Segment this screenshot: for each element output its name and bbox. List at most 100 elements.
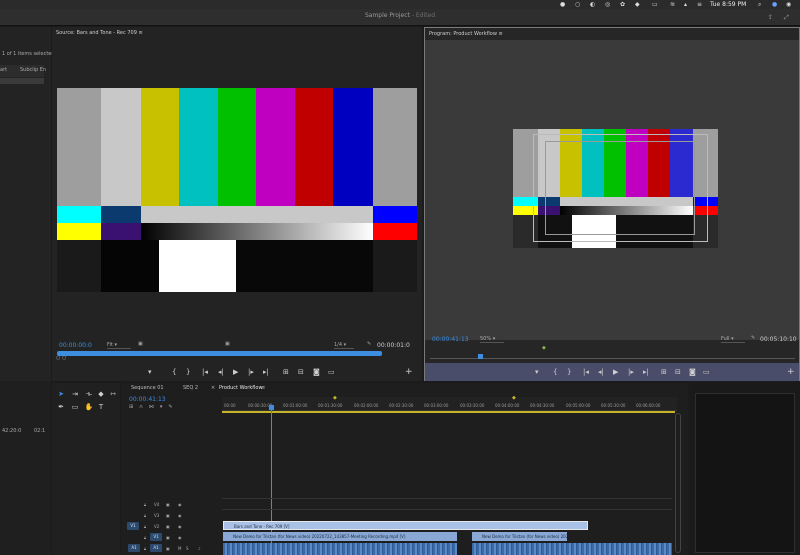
mark-in-button[interactable]: { [172, 367, 176, 377]
status-icon[interactable]: ● [560, 0, 565, 9]
column-header-start[interactable]: art [0, 67, 7, 73]
column-header-subclip[interactable]: Subclip En [20, 67, 46, 73]
ruler-label: 00:02:00:00 [354, 403, 379, 408]
mark-out-button[interactable]: } [567, 367, 571, 377]
notification-icon[interactable]: ◉ [786, 0, 791, 9]
siri-icon[interactable]: ● [772, 0, 777, 9]
wifi-icon[interactable]: ≋ [670, 0, 675, 9]
timeline-timecode[interactable]: 00:00:41:13 [129, 396, 166, 403]
resolution-dropdown[interactable]: 1/4 ▾ [334, 342, 354, 349]
program-monitor-tab[interactable]: Program: Product Workflow ≡ [425, 28, 799, 40]
export-frame-button[interactable]: ◙ [689, 367, 696, 377]
timeline-vertical-scrollbar[interactable] [675, 411, 681, 555]
ruler-label: 00:06:00:00 [636, 403, 661, 408]
source-patch-v1[interactable]: V1 [127, 522, 139, 530]
type-tool-icon[interactable]: T [96, 402, 106, 412]
mark-in-button[interactable]: { [553, 367, 557, 377]
work-area-bar[interactable] [222, 411, 677, 413]
airplay-icon[interactable]: ▴ [684, 0, 687, 9]
source-zoom-scrollbar[interactable] [57, 351, 382, 356]
play-button[interactable]: ▶ [233, 367, 238, 377]
program-playhead[interactable] [478, 354, 483, 359]
tab-sequence-01[interactable]: Sequence 01 [131, 383, 164, 393]
quality-dropdown[interactable]: Full ▾ [721, 336, 745, 343]
tab-product-workflow[interactable]: Product Workflow [219, 383, 263, 393]
eye-icon: ◉ [178, 513, 182, 518]
add-button[interactable]: + [405, 367, 413, 377]
go-to-in-button[interactable]: |◂ [202, 367, 208, 377]
insert-button[interactable]: ⊞ [283, 367, 289, 377]
play-button[interactable]: ▶ [613, 367, 618, 377]
step-back-button[interactable]: ◂| [598, 367, 604, 377]
search-icon[interactable]: ⌕ [758, 0, 761, 9]
butterfly-icon[interactable]: ✿ [620, 0, 625, 9]
add-button[interactable]: + [787, 367, 795, 377]
menubar-clock[interactable]: Tue 8:59 PM [710, 0, 746, 9]
program-monitor: Program: Product Workflow ≡ 00:00:41:13 … [424, 27, 800, 381]
control-center-icon[interactable]: ≡ [697, 0, 702, 9]
status-icon[interactable]: ◎ [605, 0, 610, 9]
go-to-out-button[interactable]: ▸| [643, 367, 649, 377]
audio-waveform[interactable] [472, 543, 672, 555]
marker-icon[interactable]: ◆ [512, 395, 516, 401]
hand-tool-icon[interactable]: ✋ [84, 402, 94, 412]
track-select-icon[interactable]: ⇥ [70, 389, 80, 399]
source-monitor-tab[interactable]: Source: Bars and Tone - Rec 709 ≡ [52, 27, 422, 39]
step-forward-button[interactable]: |▸ [628, 367, 634, 377]
status-icon[interactable]: ◆ [635, 0, 640, 9]
go-to-out-button[interactable]: ▸| [263, 367, 269, 377]
program-timecode[interactable]: 00:00:41:13 [432, 336, 469, 343]
lock-icon: 🔒︎ [144, 535, 147, 540]
program-scrubber[interactable] [430, 358, 795, 359]
add-marker-button[interactable]: ▾ [148, 367, 152, 377]
mark-out-button[interactable]: } [186, 367, 190, 377]
playhead-marker[interactable]: ○ ○ [56, 355, 66, 361]
tab-seq-2[interactable]: SEQ 2 [183, 383, 198, 393]
clip-demo-recording[interactable]: New Demo for Tristan (for News video) 20… [223, 532, 457, 541]
fullscreen-icon[interactable]: ⤢ [784, 13, 789, 22]
status-icon[interactable]: ○ [575, 0, 580, 9]
ruler-label: 00:01:00:00 [283, 403, 308, 408]
add-marker-button[interactable]: ▾ [535, 367, 539, 377]
step-back-button[interactable]: ◂| [218, 367, 224, 377]
go-to-in-button[interactable]: |◂ [583, 367, 589, 377]
marker-icon[interactable]: ◆ [542, 345, 546, 351]
overwrite-button[interactable]: ⊟ [298, 367, 304, 377]
project-list-row[interactable] [0, 78, 44, 84]
track-header-v1[interactable]: 🔒︎ V1 ▣ ◉ [122, 533, 222, 542]
audio-waveform[interactable] [223, 543, 457, 555]
rectangle-tool-icon[interactable]: ▭ [70, 402, 80, 412]
status-icon[interactable]: ◐ [590, 0, 595, 9]
export-frame-button[interactable]: ◙ [313, 367, 320, 377]
audio-meter [695, 393, 795, 553]
clip-bars-and-tone[interactable]: Bars and Tone - Rec 709 [V] [223, 521, 588, 530]
razor-icon[interactable]: ◆ [96, 389, 106, 399]
track-header-a1[interactable]: A1 🔒︎ A1 ▣ M S ♪ [122, 544, 222, 553]
selection-tool-icon[interactable]: ➤ [56, 389, 66, 399]
fit-dropdown[interactable]: Fit ▾ [107, 342, 131, 349]
edited-indicator: - Edited [411, 12, 436, 19]
wrench-icon[interactable]: ✎ [367, 341, 371, 347]
pen-tool-icon[interactable]: ✒ [56, 402, 66, 412]
track-header-v3[interactable]: 🔒︎ V3 ▣ ◉ [122, 512, 222, 520]
step-forward-button[interactable]: |▸ [248, 367, 254, 377]
slip-tool-icon[interactable]: ⇿ [108, 389, 118, 399]
share-icon[interactable]: ⇪ [768, 13, 773, 22]
settings-icon[interactable]: ▣ [138, 341, 143, 347]
wrench-icon[interactable]: ✎ [751, 335, 755, 341]
marker-icon[interactable]: ◆ [333, 395, 337, 401]
ripple-edit-icon[interactable]: ⟛ [84, 389, 94, 399]
close-icon[interactable]: × [211, 383, 215, 393]
compare-button[interactable]: ▭ [703, 367, 710, 377]
timeline-tool-icons[interactable]: ⊞∩⋈▾✎ [129, 404, 179, 410]
extract-button[interactable]: ⊟ [675, 367, 681, 377]
insert-marker-icon[interactable]: ▣ [225, 341, 230, 347]
lift-button[interactable]: ⊞ [661, 367, 667, 377]
clip-demo-recording-2[interactable]: New Demo for Tristan (for News video) 20… [472, 532, 567, 541]
panel-menu-icon[interactable]: ≡ [261, 383, 265, 393]
toggle-button[interactable]: ▭ [328, 367, 335, 377]
source-timecode[interactable]: 00:00:00:0 [59, 342, 92, 349]
track-header-v4[interactable]: 🔒︎ V4 ▣ ◉ [122, 501, 222, 509]
battery-icon[interactable]: ▭ [652, 0, 658, 9]
zoom-dropdown[interactable]: 50% ▾ [480, 336, 504, 343]
